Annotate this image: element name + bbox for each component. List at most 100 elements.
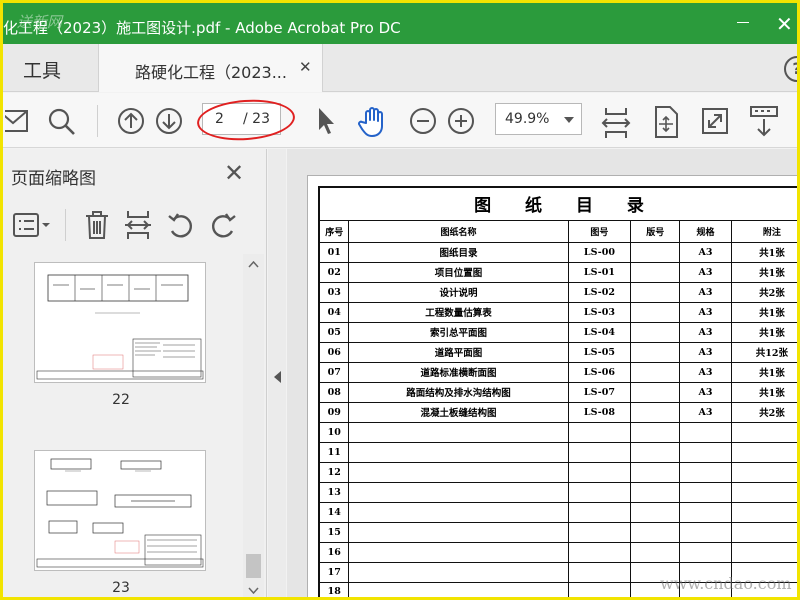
scrollbar-thumb[interactable] (246, 554, 261, 578)
table-cell: LS-00 (567, 241, 632, 263)
thumbnail-page-23[interactable] (34, 450, 206, 571)
table-cell (630, 361, 681, 383)
table-row: 07 道路标准横断面图 LS-06 A3 共1张 (318, 361, 797, 383)
document-view[interactable]: 图 纸 目 录 序号 图纸名称 图号 版号 规格 附注 01 图纸目录 LS-00 A… (287, 149, 797, 597)
header-no: 序号 (318, 219, 350, 243)
tab-close-button[interactable]: ✕ (299, 58, 312, 76)
table-cell: 设计说明 (348, 281, 569, 303)
collapse-arrow-icon (274, 371, 281, 383)
table-cell (348, 581, 569, 597)
rotate-left-icon[interactable] (166, 211, 196, 241)
table-cell: A3 (679, 361, 732, 383)
thumbnail-page-22[interactable] (34, 262, 206, 383)
table-cell: LS-07 (567, 381, 632, 403)
fit-page-icon[interactable] (601, 105, 631, 141)
table-row: 01 图纸目录 LS-00 A3 共1张 (318, 241, 797, 263)
table-cell (730, 461, 797, 483)
table-cell (630, 261, 681, 283)
table-row: 11 (318, 441, 797, 463)
page-move-icon[interactable] (651, 105, 681, 139)
table-row: 13 (318, 481, 797, 503)
table-cell (730, 501, 797, 523)
insert-page-icon[interactable] (123, 209, 153, 241)
table-cell: 共1张 (730, 261, 797, 283)
table-cell: 05 (318, 321, 350, 343)
zoom-value: 49.9% (505, 111, 550, 127)
table-cell (679, 421, 732, 443)
zoom-in-icon[interactable] (446, 105, 476, 137)
scroll-down-icon[interactable] (248, 587, 259, 594)
table-row: 08 路面结构及排水沟结构图 LS-07 A3 共1张 (318, 381, 797, 403)
table-cell (630, 281, 681, 303)
scroll-up-icon[interactable] (248, 261, 259, 268)
table-cell: 08 (318, 381, 350, 403)
total-pages: / 23 (243, 111, 270, 127)
table-cell: LS-02 (567, 281, 632, 303)
table-cell: 13 (318, 481, 350, 503)
table-cell: 15 (318, 521, 350, 543)
table-cell (567, 501, 632, 523)
table-cell (679, 541, 732, 563)
panel-separator (65, 209, 66, 241)
table-cell (567, 461, 632, 483)
table-cell (679, 481, 732, 503)
table-cell: LS-06 (567, 361, 632, 383)
search-icon[interactable] (47, 105, 77, 137)
table-cell: LS-03 (567, 301, 632, 323)
page-number-input[interactable]: 2 / 23 (202, 103, 281, 135)
help-icon[interactable]: ? (784, 56, 797, 82)
window-close-button[interactable]: ✕ (776, 12, 793, 36)
hand-tool-icon[interactable] (358, 105, 390, 139)
full-screen-icon[interactable] (700, 105, 730, 137)
options-menu-icon[interactable] (12, 211, 52, 239)
table-cell: 17 (318, 561, 350, 583)
table-cell: 共1张 (730, 241, 797, 263)
app-window: 化工程（2023）施工图设计.pdf - Adobe Acrobat Pro D… (0, 0, 800, 600)
panel-scrollbar[interactable] (243, 254, 264, 597)
table-cell: A3 (679, 281, 732, 303)
panel-close-button[interactable]: ✕ (224, 159, 244, 187)
table-cell (348, 461, 569, 483)
table-cell: A3 (679, 301, 732, 323)
table-cell (567, 521, 632, 543)
table-cell (679, 501, 732, 523)
minimize-button[interactable] (737, 22, 749, 23)
tab-document[interactable]: 路硬化工程（2023... ✕ (98, 44, 323, 92)
table-cell (630, 421, 681, 443)
table-cell (630, 401, 681, 423)
toolbar-separator (97, 105, 98, 137)
table-cell: 12 (318, 461, 350, 483)
email-icon[interactable] (5, 105, 29, 137)
table-cell (630, 541, 681, 563)
delete-page-icon[interactable] (83, 209, 111, 241)
panel-collapse-handle[interactable] (268, 149, 286, 597)
rotate-right-icon[interactable] (208, 211, 238, 241)
select-arrow-icon[interactable] (315, 105, 337, 137)
previous-page-icon[interactable] (116, 105, 146, 137)
panel-title: 页面缩略图 (11, 169, 96, 189)
table-title-row: 图 纸 目 录 (318, 186, 797, 221)
table-cell: 18 (318, 581, 350, 597)
current-page[interactable]: 2 (215, 111, 224, 127)
table-cell: 道路平面图 (348, 341, 569, 363)
table-cell (730, 441, 797, 463)
table-cell: LS-08 (567, 401, 632, 423)
table-cell (348, 421, 569, 443)
next-page-icon[interactable] (154, 105, 184, 137)
table-row: 06 道路平面图 LS-05 A3 共12张 (318, 341, 797, 363)
drawing-index-table: 图 纸 目 录 序号 图纸名称 图号 版号 规格 附注 01 图纸目录 LS-00 A… (318, 186, 797, 597)
table-cell (730, 421, 797, 443)
title-bar: 化工程（2023）施工图设计.pdf - Adobe Acrobat Pro D… (3, 3, 797, 44)
zoom-out-icon[interactable] (408, 105, 438, 137)
table-cell: 路面结构及排水沟结构图 (348, 381, 569, 403)
read-mode-icon[interactable] (748, 105, 780, 139)
zoom-select[interactable]: 49.9% (495, 103, 582, 135)
tab-tools[interactable]: 工具 (3, 44, 98, 92)
header-note: 附注 (730, 219, 797, 243)
table-cell: 11 (318, 441, 350, 463)
header-name: 图纸名称 (348, 219, 569, 243)
table-cell: 10 (318, 421, 350, 443)
table-cell: 共1张 (730, 301, 797, 323)
table-cell: 共12张 (730, 341, 797, 363)
table-cell (730, 481, 797, 503)
